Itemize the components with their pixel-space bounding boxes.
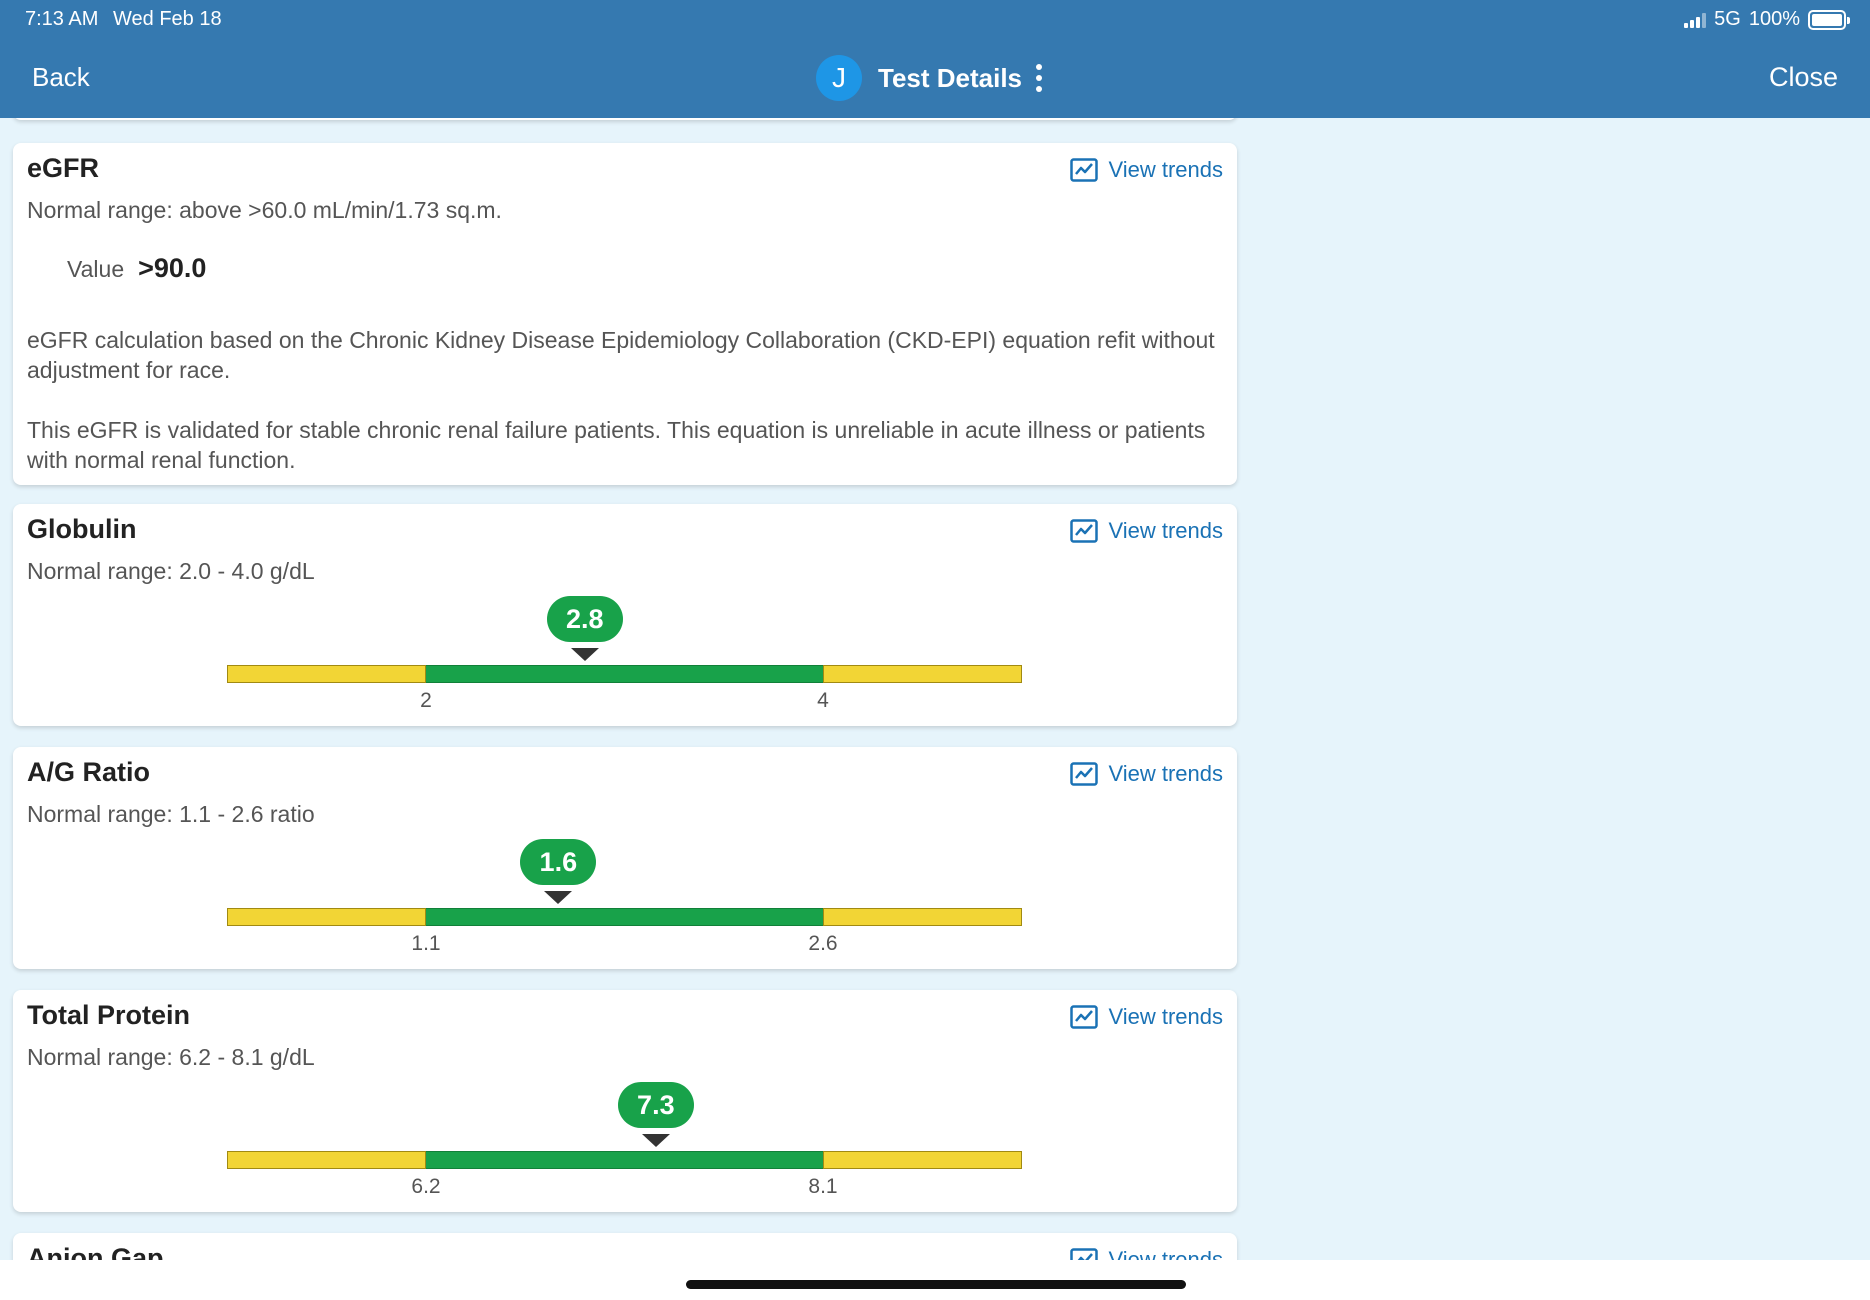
result-card-anion-gap: Anion Gap View trends <box>13 1233 1237 1260</box>
gauge-high-segment <box>823 1151 1022 1169</box>
normal-range: Normal range: above >60.0 mL/min/1.73 sq… <box>27 197 502 223</box>
trend-chart-icon <box>1070 762 1099 786</box>
view-trends-label: View trends <box>1108 157 1223 182</box>
result-value: >90.0 <box>138 253 207 283</box>
gauge-high-tick: 4 <box>817 689 829 712</box>
previous-card <box>13 118 1237 120</box>
normal-range: Normal range: 6.2 - 8.1 g/dL <box>27 1044 315 1070</box>
card-title: Globulin <box>27 514 137 544</box>
value-pointer-icon <box>544 891 573 904</box>
results-list[interactable]: eGFR View trends Normal range: above >60… <box>0 118 1250 1260</box>
result-card-ag-ratio: A/G Ratio View trends Normal range: 1.1 … <box>13 747 1237 969</box>
view-trends-link[interactable]: View trends <box>1070 518 1223 544</box>
card-title: eGFR <box>27 153 100 183</box>
value-bubble: 7.3 <box>617 1082 694 1128</box>
normal-range: Normal range: 2.0 - 4.0 g/dL <box>27 558 315 584</box>
gauge-high-tick: 2.6 <box>808 932 838 955</box>
trend-chart-icon <box>1070 1005 1099 1029</box>
gauge-low-tick: 1.1 <box>411 932 441 955</box>
gauge-low-tick: 6.2 <box>411 1175 441 1198</box>
gauge-low-segment <box>227 908 426 926</box>
result-card-total-protein: Total Protein View trends Normal range: … <box>13 990 1237 1212</box>
value-bubble: 1.6 <box>520 839 597 885</box>
view-trends-link[interactable]: View trends <box>1070 157 1223 183</box>
gauge-low-segment <box>227 1151 426 1169</box>
view-trends-label: View trends <box>1108 1004 1223 1029</box>
back-button[interactable]: Back <box>32 62 90 93</box>
value-pointer-icon <box>570 648 599 661</box>
range-gauge: 2 4 <box>227 665 1022 712</box>
battery-label: 100% <box>1748 8 1800 30</box>
status-time: 7:13 AM <box>25 8 99 30</box>
view-trends-link[interactable]: View trends <box>1070 1004 1223 1030</box>
card-title: Total Protein <box>27 1000 191 1030</box>
gauge-low-segment <box>227 665 426 683</box>
view-trends-link[interactable]: View trends <box>1070 1247 1223 1260</box>
view-trends-link[interactable]: View trends <box>1070 761 1223 787</box>
value-row: Value >90.0 <box>67 253 206 284</box>
gauge-normal-segment <box>426 908 823 926</box>
view-trends-label: View trends <box>1108 1247 1223 1260</box>
avatar[interactable]: J <box>816 55 862 101</box>
result-card-globulin: Globulin View trends Normal range: 2.0 -… <box>13 504 1237 726</box>
note-calculation: eGFR calculation based on the Chronic Ki… <box>27 327 1215 383</box>
value-pointer-icon <box>641 1134 670 1147</box>
range-gauge: 1.1 2.6 <box>227 908 1022 955</box>
page-title: Test Details <box>878 62 1023 93</box>
network-label: 5G <box>1714 8 1741 30</box>
top-header: 7:13 AM Wed Feb 18 5G 100% Back J Test D… <box>0 0 1870 118</box>
home-indicator[interactable] <box>686 1280 1186 1289</box>
battery-icon <box>1808 9 1850 30</box>
result-card-egfr: eGFR View trends Normal range: above >60… <box>13 143 1237 485</box>
trend-chart-icon <box>1070 1248 1099 1260</box>
signal-icon <box>1684 12 1707 28</box>
status-date: Wed Feb 18 <box>113 8 222 30</box>
value-label: Value <box>67 256 125 282</box>
more-options-icon[interactable] <box>1036 64 1044 92</box>
range-gauge: 6.2 8.1 <box>227 1151 1022 1198</box>
gauge-high-tick: 8.1 <box>808 1175 838 1198</box>
view-trends-label: View trends <box>1108 761 1223 786</box>
gauge-high-segment <box>823 908 1022 926</box>
note-validation: This eGFR is validated for stable chroni… <box>27 417 1206 473</box>
trend-chart-icon <box>1070 519 1099 543</box>
header-title-group: J Test Details <box>816 54 1044 102</box>
normal-range: Normal range: 1.1 - 2.6 ratio <box>27 801 315 827</box>
gauge-low-tick: 2 <box>420 689 432 712</box>
gauge-normal-segment <box>426 1151 823 1169</box>
gauge-normal-segment <box>426 665 823 683</box>
status-indicators: 5G 100% <box>1684 8 1850 31</box>
card-title: A/G Ratio <box>27 757 151 787</box>
close-button[interactable]: Close <box>1769 62 1838 93</box>
gauge-high-segment <box>823 665 1022 683</box>
value-bubble: 2.8 <box>546 596 623 642</box>
card-title: Anion Gap <box>27 1243 164 1260</box>
view-trends-label: View trends <box>1108 518 1223 543</box>
trend-chart-icon <box>1070 158 1099 182</box>
